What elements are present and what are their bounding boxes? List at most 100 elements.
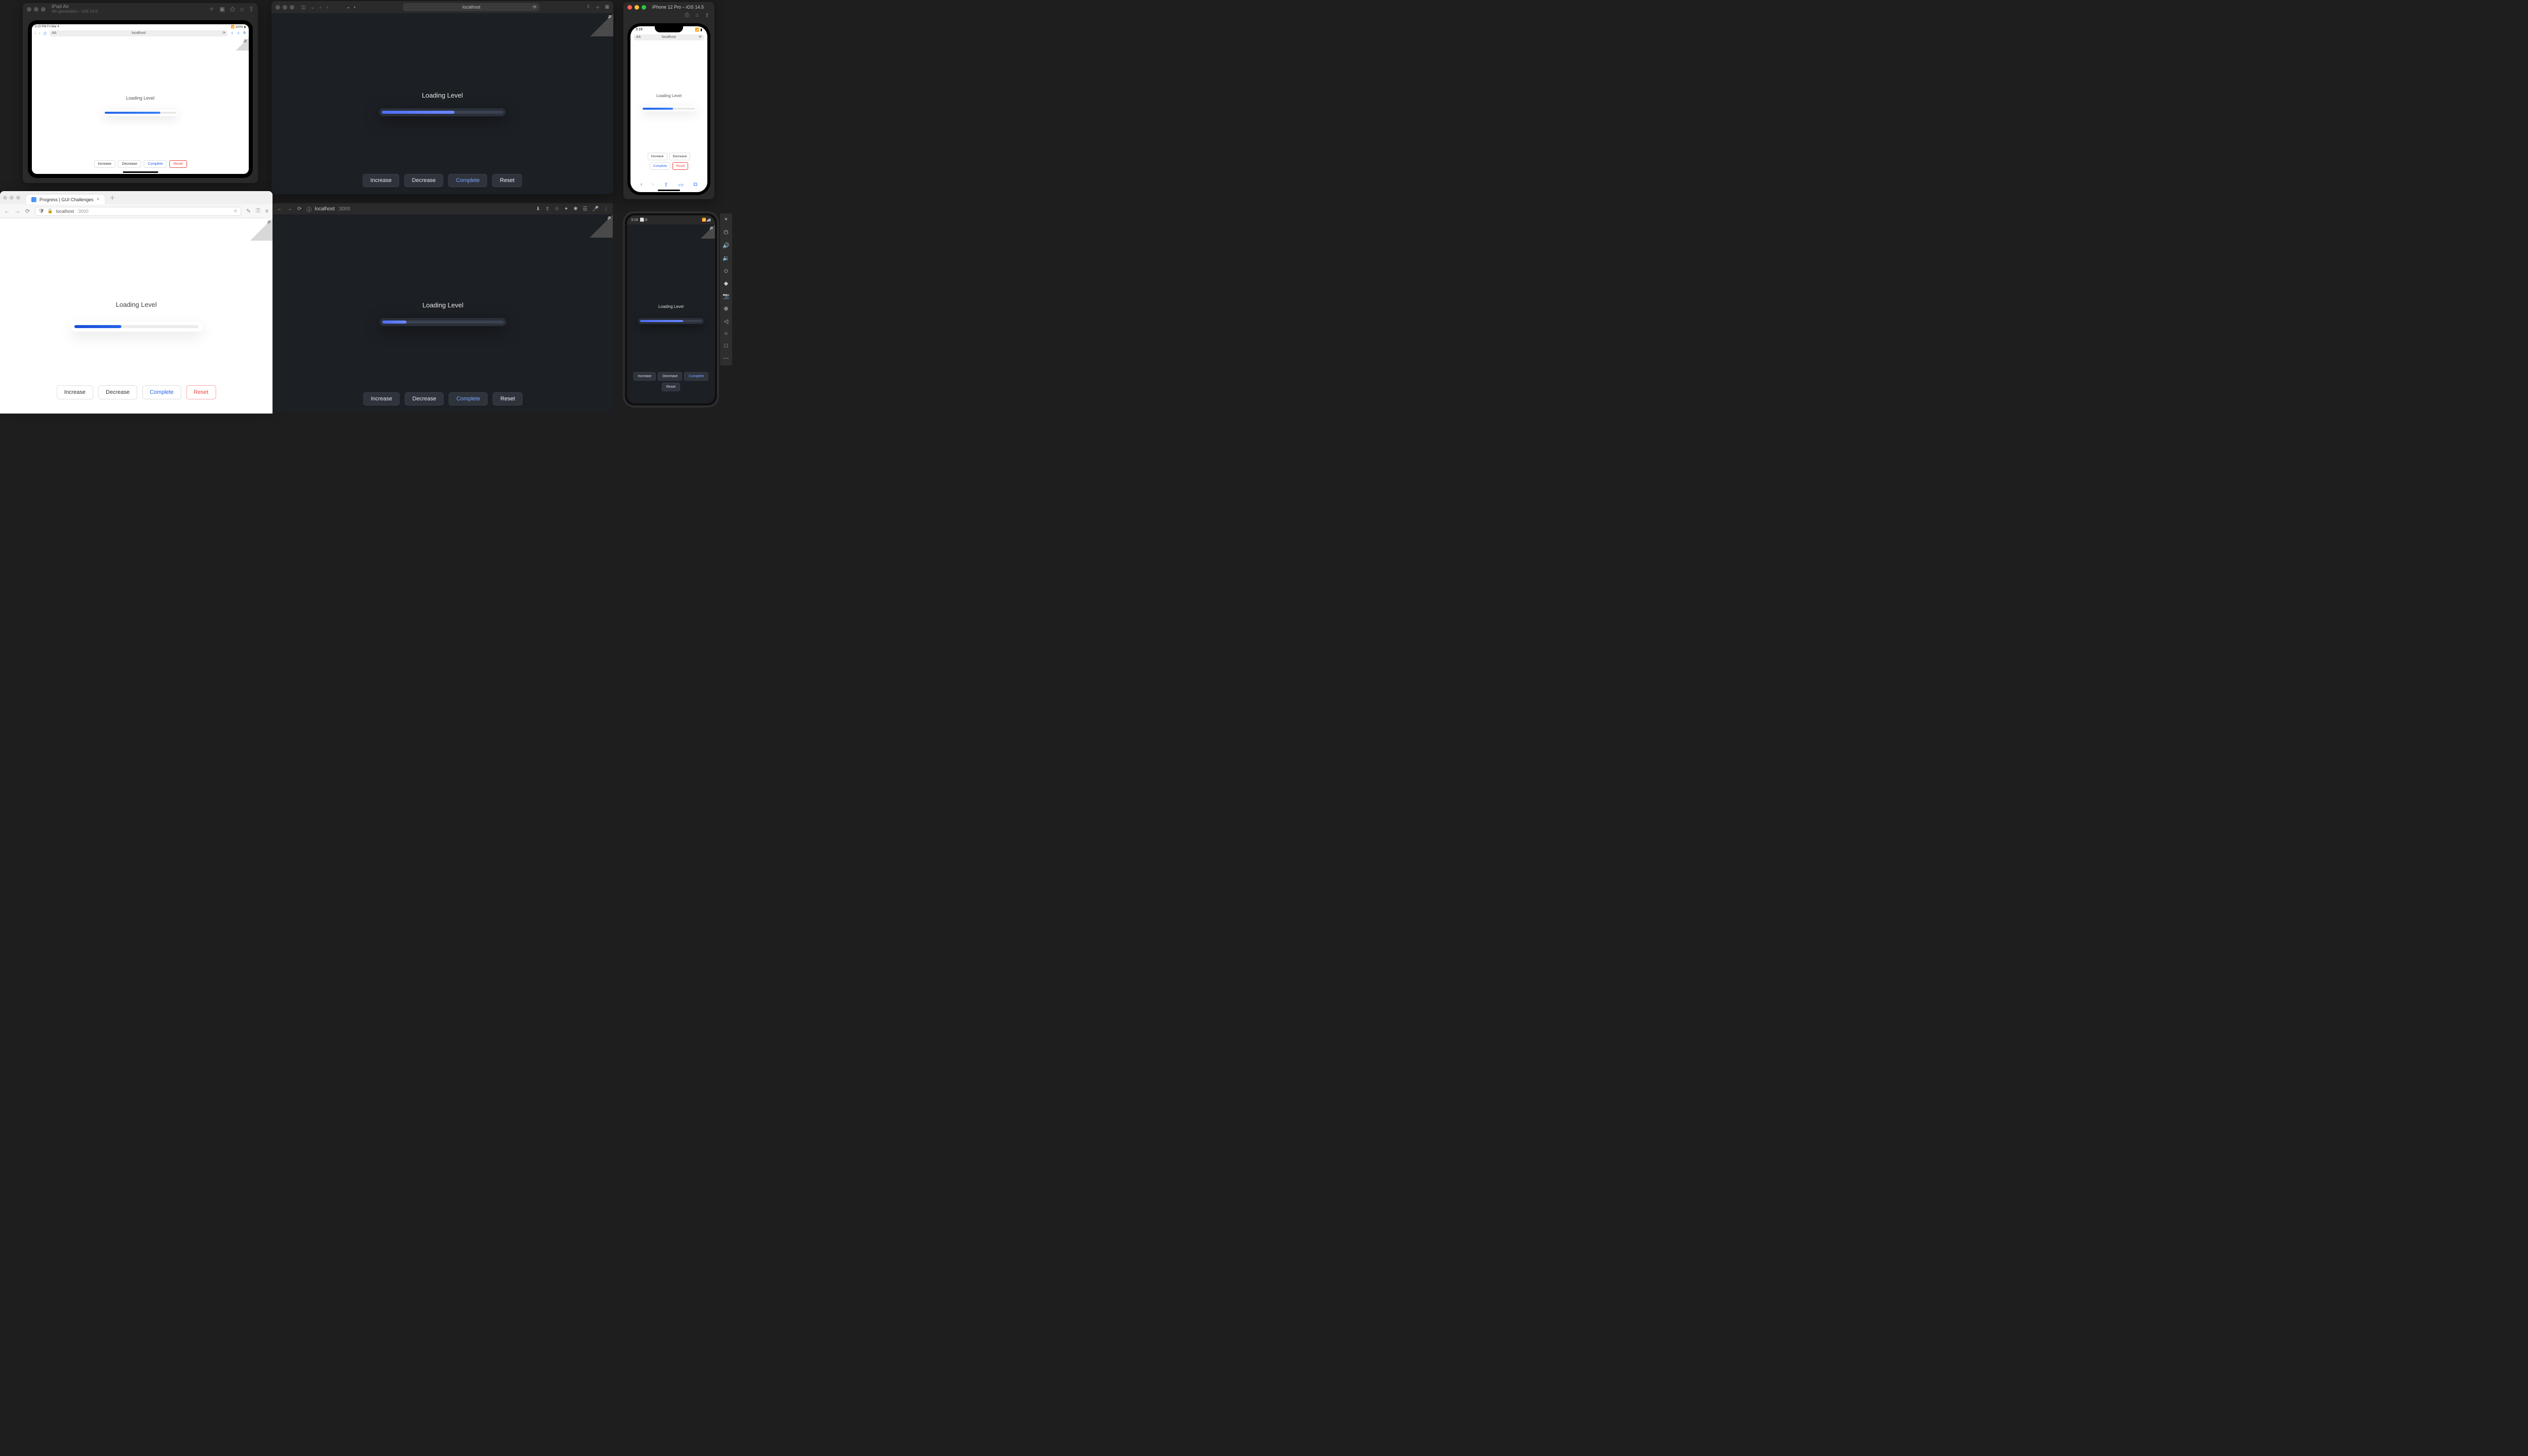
- tabs-icon[interactable]: ⧉: [243, 31, 246, 35]
- more-icon[interactable]: ⋯: [724, 355, 729, 361]
- decrease-button[interactable]: Decrease: [98, 385, 137, 399]
- ipad-address-bar[interactable]: AA localhost ⟳: [50, 30, 228, 36]
- menu-icon[interactable]: ≡: [265, 208, 268, 214]
- volume-up-icon[interactable]: 🔊: [723, 242, 730, 249]
- new-tab-button[interactable]: ＋: [107, 194, 118, 202]
- reset-button[interactable]: Reset: [169, 160, 187, 168]
- book-icon[interactable]: ▭: [679, 181, 684, 188]
- reload-icon[interactable]: ⟳: [222, 30, 225, 36]
- chrome-address-bar[interactable]: ⓘ localhost:3000: [306, 205, 531, 213]
- complete-button[interactable]: Complete: [449, 392, 488, 405]
- sparkle-icon[interactable]: ✧: [209, 6, 214, 13]
- chevron-down-icon[interactable]: ⌄: [311, 5, 315, 10]
- tabs-icon[interactable]: ⧉: [693, 181, 697, 188]
- complete-button[interactable]: Complete: [142, 385, 181, 399]
- star-icon[interactable]: ☆: [555, 206, 559, 212]
- screenshot-icon[interactable]: ⎙: [230, 6, 235, 13]
- complete-button[interactable]: Complete: [448, 174, 487, 187]
- back-icon[interactable]: ‹: [35, 32, 36, 35]
- home-icon[interactable]: ⌂: [240, 6, 244, 13]
- close-icon[interactable]: ×: [725, 216, 728, 222]
- download-icon[interactable]: ⬇: [536, 206, 540, 212]
- traffic-lights[interactable]: [276, 5, 294, 10]
- grid-icon[interactable]: ▦: [605, 4, 609, 11]
- volume-down-icon[interactable]: 🔉: [723, 255, 730, 261]
- back-icon[interactable]: ‹: [641, 181, 643, 188]
- decrease-button[interactable]: Decrease: [669, 153, 691, 160]
- camera-icon[interactable]: ▣: [219, 6, 225, 13]
- zoom-icon[interactable]: ⊕: [724, 305, 728, 312]
- back-icon[interactable]: ←: [277, 206, 282, 212]
- traffic-lights[interactable]: [3, 196, 20, 200]
- back-nav-icon[interactable]: ◁: [724, 318, 728, 325]
- share-icon[interactable]: ⇪: [249, 6, 254, 13]
- home-indicator[interactable]: [658, 190, 680, 191]
- decrease-button[interactable]: Decrease: [405, 392, 444, 405]
- forward-icon[interactable]: ›: [39, 32, 40, 35]
- decrease-button[interactable]: Decrease: [118, 160, 141, 168]
- firefox-address-bar[interactable]: 🛡 🔒 localhost:3000 ☆: [35, 207, 241, 216]
- contrast-icon[interactable]: ◐: [354, 5, 356, 10]
- extension-icon[interactable]: ✦: [564, 206, 568, 212]
- iphone-address-bar[interactable]: AA localhost ⟳: [634, 34, 704, 40]
- increase-button[interactable]: Increase: [57, 385, 93, 399]
- complete-button[interactable]: Complete: [684, 372, 708, 381]
- iphone-window-titlebar[interactable]: iPhone 12 Pro – iOS 14.5: [623, 2, 714, 12]
- reload-icon[interactable]: ⟳: [25, 208, 30, 214]
- sidebar-icon[interactable]: ◫: [301, 5, 306, 10]
- increase-button[interactable]: Increase: [648, 153, 667, 160]
- dots-icon[interactable]: ⋮: [604, 206, 609, 212]
- rotate-right-icon[interactable]: ◆: [724, 280, 728, 287]
- share-icon[interactable]: ⇪: [664, 181, 668, 188]
- increase-button[interactable]: Increase: [363, 392, 399, 405]
- key-icon[interactable]: ⚿: [256, 208, 260, 214]
- plus-icon[interactable]: ＋: [237, 31, 240, 36]
- aa-icon[interactable]: AA: [636, 34, 641, 40]
- reset-button[interactable]: Reset: [672, 162, 688, 170]
- reload-icon[interactable]: ⟳: [699, 34, 702, 40]
- reset-button[interactable]: Reset: [662, 383, 680, 391]
- home-icon[interactable]: ⌂: [695, 12, 699, 21]
- rotate-left-icon[interactable]: ◇: [724, 267, 728, 274]
- decrease-button[interactable]: Decrease: [404, 174, 443, 187]
- increase-button[interactable]: Increase: [363, 174, 399, 187]
- decrease-button[interactable]: Decrease: [658, 372, 682, 381]
- complete-button[interactable]: Complete: [144, 160, 167, 168]
- ipad-window-titlebar[interactable]: iPad Air 4th generation – iOS 14.5 ✧ ▣ ⎙…: [23, 3, 258, 15]
- mic-icon[interactable]: 🎤: [593, 206, 599, 212]
- forward-icon[interactable]: →: [287, 206, 292, 212]
- reset-button[interactable]: Reset: [186, 385, 216, 399]
- browser-tab[interactable]: Progress | GUI Challenges ×: [26, 195, 105, 204]
- screenshot-icon[interactable]: ⎙: [685, 12, 689, 21]
- shield-icon[interactable]: ◒: [347, 5, 349, 10]
- sidebar-icon[interactable]: ◫: [43, 31, 47, 35]
- share-icon[interactable]: ⇪: [231, 31, 234, 35]
- reload-icon[interactable]: ⟳: [297, 206, 301, 212]
- increase-button[interactable]: Increase: [94, 160, 115, 168]
- traffic-lights[interactable]: [27, 7, 46, 12]
- aa-icon[interactable]: AA: [52, 30, 56, 36]
- share-icon[interactable]: ⇪: [545, 206, 549, 212]
- forward-icon[interactable]: ›: [326, 5, 328, 10]
- plus-icon[interactable]: ＋: [595, 4, 600, 11]
- puzzle-icon[interactable]: ✱: [573, 206, 577, 212]
- camera-icon[interactable]: 📷: [723, 293, 730, 299]
- increase-button[interactable]: Increase: [634, 372, 656, 381]
- shield-icon[interactable]: 🛡: [38, 208, 44, 214]
- forward-icon[interactable]: →: [15, 208, 20, 214]
- back-icon[interactable]: ‹: [320, 5, 321, 10]
- power-icon[interactable]: ⏻: [724, 230, 729, 236]
- safari-address-bar[interactable]: localhost ⟳: [403, 3, 539, 11]
- star-icon[interactable]: ☆: [234, 208, 238, 214]
- reset-button[interactable]: Reset: [492, 174, 522, 187]
- complete-button[interactable]: Complete: [650, 162, 671, 170]
- sliders-icon[interactable]: ☲: [583, 206, 588, 212]
- reset-button[interactable]: Reset: [493, 392, 523, 405]
- share-icon[interactable]: ⇪: [705, 12, 709, 21]
- brush-icon[interactable]: ✎: [246, 208, 251, 214]
- back-icon[interactable]: ←: [4, 208, 10, 214]
- home-indicator[interactable]: [123, 171, 158, 173]
- close-tab-icon[interactable]: ×: [97, 197, 100, 202]
- home-nav-icon[interactable]: ○: [725, 331, 728, 337]
- reload-icon[interactable]: ⟳: [533, 3, 537, 11]
